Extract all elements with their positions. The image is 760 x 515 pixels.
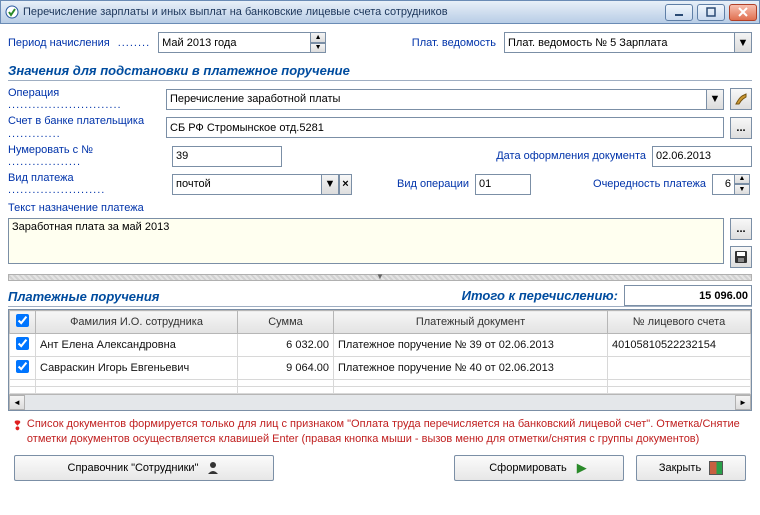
number-from-label: Нумеровать с № — [8, 144, 93, 156]
memo-label: Текст назначение платежа — [8, 202, 144, 214]
window-titlebar: Перечисление зарплаты и иных выплат на б… — [0, 0, 760, 24]
cell-acct[interactable]: 40105810522232154 — [608, 334, 751, 357]
splitter-handle[interactable] — [8, 274, 752, 281]
generate-label: Сформировать — [489, 462, 567, 474]
payment-kind-dropdown-button[interactable]: ▼ — [321, 174, 339, 195]
cell-fio[interactable]: Ант Елена Александровна — [36, 334, 238, 357]
section-substitution-header: Значения для подстановки в платежное пор… — [8, 59, 752, 81]
memo-save-button[interactable] — [730, 246, 752, 268]
ledger-dropdown-button[interactable]: ▼ — [734, 32, 752, 53]
close-label: Закрыть — [659, 462, 701, 474]
doc-date-input[interactable] — [652, 146, 752, 167]
scroll-track[interactable] — [25, 395, 735, 410]
table-row-empty — [10, 380, 751, 387]
operation-label: Операция — [8, 87, 59, 99]
ellipsis-icon: ... — [736, 223, 745, 235]
cell-doc[interactable]: Платежное поручение № 40 от 02.06.2013 — [334, 357, 608, 380]
tool-icon — [734, 92, 748, 106]
bank-account-input[interactable] — [166, 117, 724, 138]
period-down-button[interactable]: ▼ — [310, 43, 326, 54]
row-checkbox[interactable] — [16, 337, 29, 350]
select-all-checkbox[interactable] — [16, 314, 29, 327]
save-icon — [734, 250, 748, 264]
priority-input[interactable] — [712, 174, 734, 195]
payment-kind-input[interactable] — [172, 174, 321, 195]
close-window-button[interactable] — [729, 4, 757, 21]
operation-combo[interactable]: ▼ — [166, 89, 724, 110]
minimize-button[interactable] — [665, 4, 693, 21]
scroll-left-button[interactable]: ◄ — [9, 395, 25, 410]
cell-doc[interactable]: Платежное поручение № 39 от 02.06.2013 — [334, 334, 608, 357]
operation-input[interactable] — [166, 89, 706, 110]
person-icon — [206, 461, 220, 475]
operation-kind-label: Вид операции — [383, 178, 469, 190]
hint-text: Список документов формируется только для… — [27, 417, 748, 447]
row-checkbox-cell[interactable] — [10, 334, 36, 357]
priority-spinner[interactable]: ▲ ▼ — [712, 174, 752, 195]
operation-kind-input[interactable] — [475, 174, 531, 195]
priority-up-button[interactable]: ▲ — [734, 174, 750, 185]
memo-textarea[interactable]: Заработная плата за май 2013 — [8, 218, 724, 264]
ledger-label: Плат. ведомость — [412, 37, 496, 49]
cell-sum[interactable]: 9 064.00 — [238, 357, 334, 380]
memo-pick-button[interactable]: ... — [730, 218, 752, 240]
bank-account-pick-button[interactable]: ... — [730, 117, 752, 139]
ellipsis-icon: ... — [736, 122, 745, 134]
close-button[interactable]: Закрыть — [636, 455, 746, 481]
col-acct[interactable]: № лицевого счета — [608, 311, 751, 334]
ledger-input[interactable] — [504, 32, 734, 53]
payment-kind-label: Вид платежа — [8, 172, 74, 184]
table-row-empty — [10, 387, 751, 394]
table-h-scrollbar[interactable]: ◄ ► — [9, 394, 751, 410]
dots: ........ — [118, 37, 150, 49]
maximize-button[interactable] — [697, 4, 725, 21]
table-header-row: Фамилия И.О. сотрудника Сумма Платежный … — [10, 311, 751, 334]
total-label: Итого к перечислению: — [462, 288, 618, 303]
table-row[interactable]: Савраскин Игорь Евгеньевич 9 064.00 Плат… — [10, 357, 751, 380]
employees-ref-button[interactable]: Справочник "Сотрудники" — [14, 455, 274, 481]
app-icon — [5, 5, 19, 19]
generate-button[interactable]: Сформировать ▶ — [454, 455, 624, 481]
total-value — [624, 285, 752, 306]
header-checkbox-cell[interactable] — [10, 311, 36, 334]
bank-account-label: Счет в банке плательщика — [8, 115, 144, 128]
exit-door-icon — [709, 461, 723, 475]
col-doc[interactable]: Платежный документ — [334, 311, 608, 334]
period-label: Период начисления — [8, 37, 110, 49]
orders-table: Фамилия И.О. сотрудника Сумма Платежный … — [8, 309, 752, 411]
clear-x-icon: × — [342, 178, 348, 190]
row-checkbox[interactable] — [16, 360, 29, 373]
cell-fio[interactable]: Савраскин Игорь Евгеньевич — [36, 357, 238, 380]
ledger-combo[interactable]: ▼ — [504, 32, 752, 53]
scroll-right-button[interactable]: ► — [735, 395, 751, 410]
priority-label: Очередность платежа — [566, 178, 706, 190]
period-selector[interactable]: ▲ ▼ — [158, 32, 328, 53]
window-title: Перечисление зарплаты и иных выплат на б… — [23, 6, 661, 18]
operation-config-button[interactable] — [730, 88, 752, 110]
cell-acct[interactable] — [608, 357, 751, 380]
play-icon: ▶ — [575, 461, 589, 475]
col-sum[interactable]: Сумма — [238, 311, 334, 334]
payment-kind-combo[interactable]: ▼ — [172, 174, 339, 195]
table-row[interactable]: Ант Елена Александровна 6 032.00 Платежн… — [10, 334, 751, 357]
period-up-button[interactable]: ▲ — [310, 32, 326, 43]
cell-sum[interactable]: 6 032.00 — [238, 334, 334, 357]
doc-date-label: Дата оформления документа — [446, 150, 646, 162]
section-orders-header: Платежные поручения — [8, 285, 462, 306]
hint-panel: ❢ Список документов формируется только д… — [8, 411, 752, 449]
operation-dropdown-button[interactable]: ▼ — [706, 89, 724, 110]
col-fio[interactable]: Фамилия И.О. сотрудника — [36, 311, 238, 334]
employees-ref-label: Справочник "Сотрудники" — [68, 462, 199, 474]
row-checkbox-cell[interactable] — [10, 357, 36, 380]
warning-icon: ❢ — [12, 417, 23, 447]
payment-kind-clear-button[interactable]: × — [339, 174, 352, 195]
priority-down-button[interactable]: ▼ — [734, 184, 750, 195]
number-from-input[interactable] — [172, 146, 282, 167]
period-input[interactable] — [158, 32, 310, 53]
